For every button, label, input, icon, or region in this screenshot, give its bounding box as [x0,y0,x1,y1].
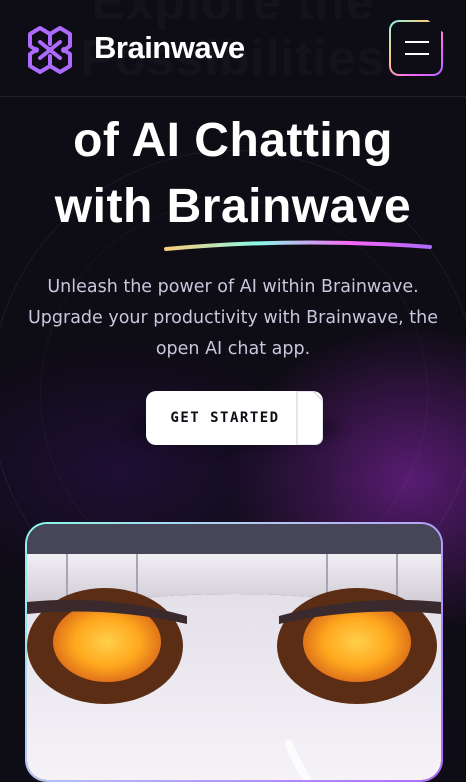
brand-link[interactable]: Brainwave [0,0,280,96]
button-corner-fold [296,391,323,445]
get-started-label: GET STARTED [170,410,280,426]
hero-heading: of AI Chatting with Brainwave [0,108,466,240]
preview-card-inner [27,524,441,780]
brand-name: Brainwave [94,30,245,65]
preview-card [25,522,443,782]
site-header: Brainwave [0,0,466,97]
robot-face-illustration [27,554,441,780]
hero-heading-line1: of AI Chatting [73,114,393,167]
get-started-button[interactable]: GET STARTED [146,391,323,445]
menu-button[interactable] [389,20,443,76]
hero-subtitle: Unleash the power of AI within Brainwave… [27,277,439,359]
preview-card-topbar [27,524,441,554]
hero-heading-line2: with Brainwave [54,180,412,233]
brain-logo-icon [28,26,72,74]
heading-underline-decoration [164,240,432,251]
